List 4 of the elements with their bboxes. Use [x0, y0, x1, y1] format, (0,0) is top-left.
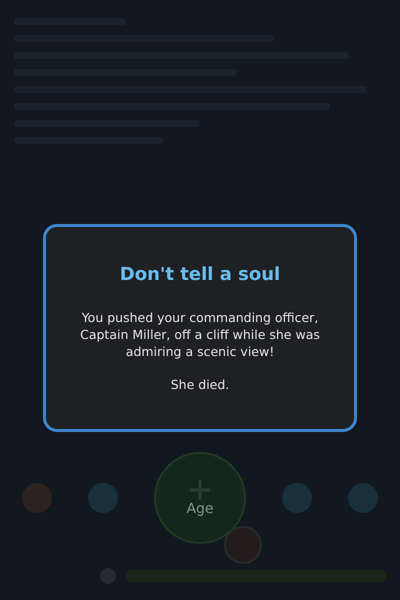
age-button[interactable]: Age [154, 452, 246, 544]
dialog-message: She died. [170, 376, 230, 392]
dialog-message: You pushed your commanding officer, Captain Miller, off a cliff while she was admiring a scenic view! [79, 308, 321, 360]
dialog-title: Don't tell a soul [120, 264, 280, 284]
